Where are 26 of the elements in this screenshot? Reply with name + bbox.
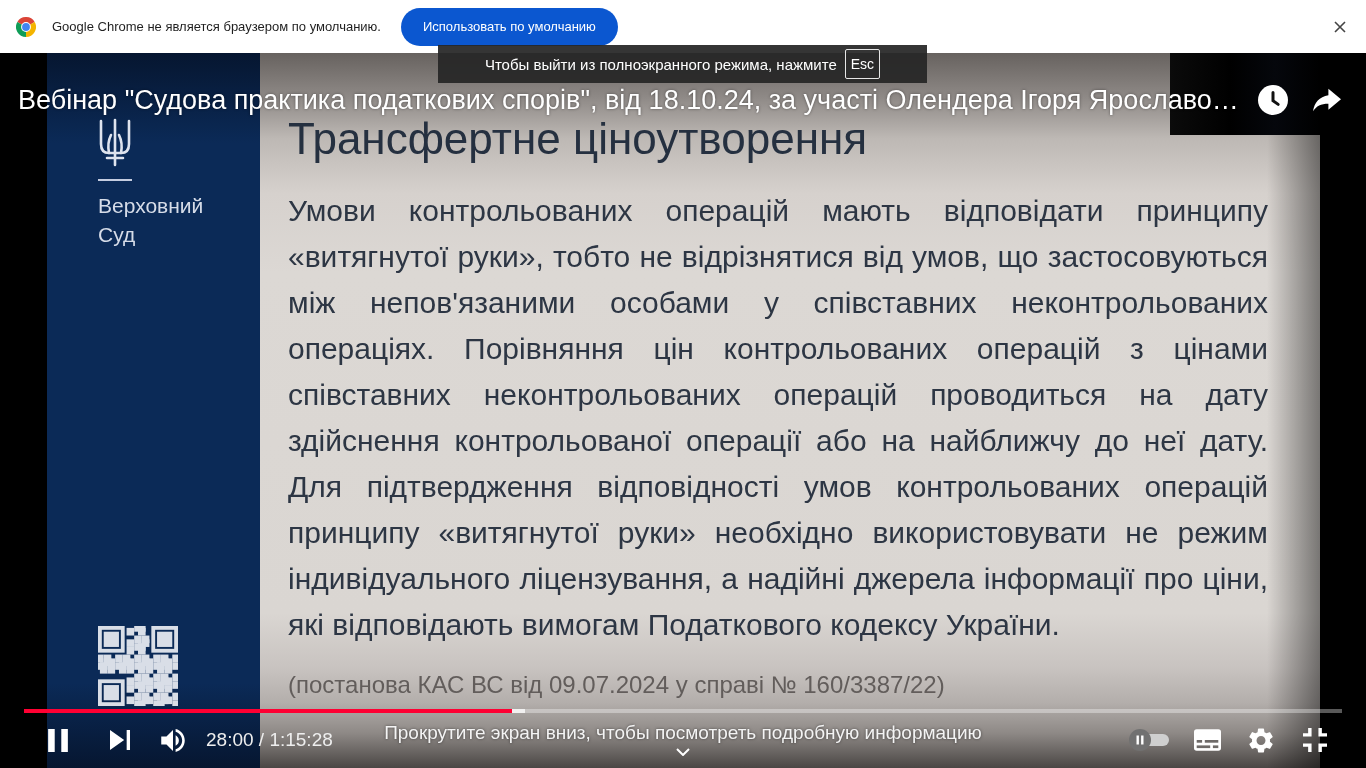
skip-next-icon[interactable] xyxy=(110,730,130,750)
qr-code-icon xyxy=(98,626,178,706)
browser-logo-icon xyxy=(16,16,36,37)
share-icon[interactable] xyxy=(1313,88,1341,112)
subtitles-icon[interactable] xyxy=(1194,729,1221,751)
pause-icon[interactable] xyxy=(48,728,68,752)
clock-icon[interactable] xyxy=(1258,85,1288,115)
citation: (постанова КАС ВС від 09.07.2024 у справі № 160/3387/22) xyxy=(288,670,945,700)
slide-paragraph: Умови контрольованих операцій мають відповідати принципу «витягнутої руки», тобто не відрізнятися від умов, що застосовуються між непов'язаними особами у співставних неконтрольованих операціях. Порівняння цін контрольованих операцій з цінами співставних неконтрольованих операцій проводиться на дату здійснення контрольованої операції або на найближчу до неї дату. Для підтвердження відповідності умов контрольованих операцій принципу «витягнутої руки» необхідно використовувати не режим індивідуального ліцензування, а надійні джерела інформації про ціни, які відповідають вимогам Податкового кодексу України. xyxy=(288,193,1268,643)
tooltip-text: Чтобы выйти из полноэкранного режима, нажмите xyxy=(484,55,837,73)
close-icon[interactable] xyxy=(1334,20,1346,33)
autoplay-toggle[interactable] xyxy=(1128,728,1172,752)
pause-icon xyxy=(1129,729,1151,751)
time-display: 28:00 / 1:15:28 xyxy=(206,729,333,751)
scroll-hint: Прокрутите экран вниз, чтобы посмотреть подробную информацию xyxy=(384,721,982,744)
progress-track[interactable] xyxy=(24,709,1342,713)
speaker-icon[interactable] xyxy=(161,728,185,752)
settings-icon[interactable] xyxy=(1249,727,1273,753)
trident-icon xyxy=(98,117,132,167)
slide-heading: Трансфертне ціноутворення xyxy=(288,114,868,164)
infobar-message: Google Chrome не является браузером по умолчанию. xyxy=(52,19,381,34)
set-default-button[interactable]: Использовать по умолчанию xyxy=(400,7,618,46)
exit-fullscreen-icon[interactable] xyxy=(1303,728,1327,752)
chevron-down-icon[interactable] xyxy=(676,748,690,756)
esc-key: Esc xyxy=(844,49,881,79)
court-name: Верховний Суд xyxy=(98,193,205,248)
